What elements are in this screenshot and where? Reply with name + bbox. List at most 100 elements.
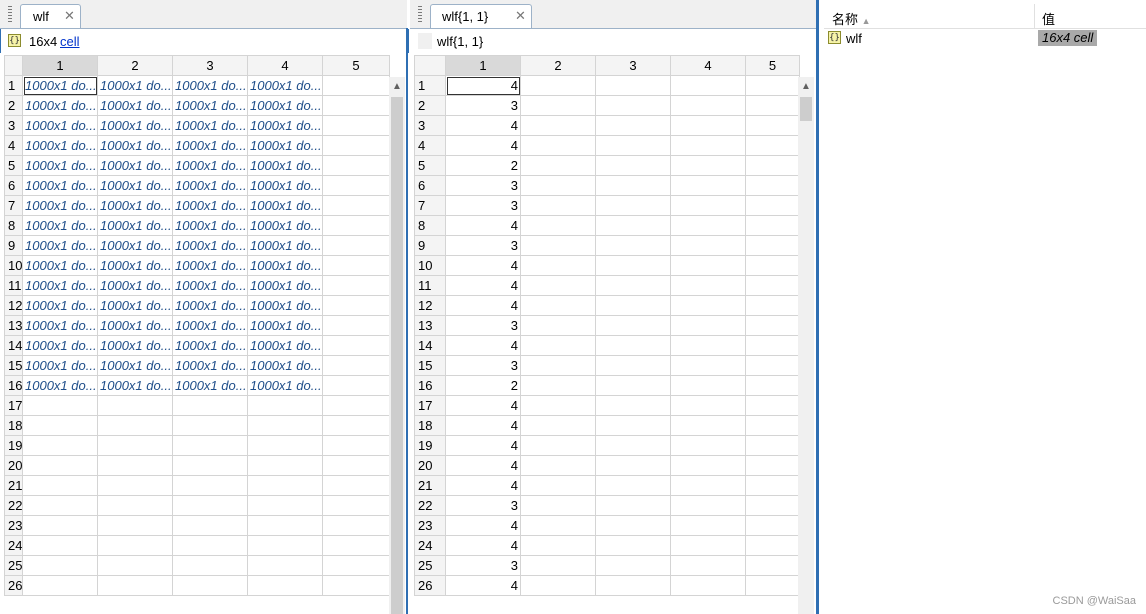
grid-cell[interactable] [22,575,98,596]
grid-cell[interactable] [172,455,248,476]
grid-cell[interactable] [322,195,390,216]
row-header[interactable]: 25 [414,555,446,576]
grid-cell[interactable]: 1000x1 do... [22,315,98,336]
grid-cell[interactable] [670,115,746,136]
grid-cell[interactable] [745,395,800,416]
grid-cell[interactable] [22,395,98,416]
grid-cell[interactable]: 1000x1 do... [172,215,248,236]
row-header[interactable]: 10 [4,255,23,276]
grid-cell[interactable] [595,235,671,256]
grid-cell[interactable] [172,475,248,496]
grid-cell[interactable] [595,355,671,376]
grid-cell[interactable] [670,455,746,476]
grid-cell[interactable] [520,315,596,336]
grid-cell[interactable] [595,295,671,316]
column-header[interactable]: 3 [595,55,671,76]
row-header[interactable]: 3 [414,115,446,136]
grid-cell[interactable] [670,75,746,96]
grid-cell[interactable] [247,455,323,476]
grid-cell[interactable] [595,155,671,176]
grid-corner[interactable] [4,55,23,76]
grid-cell[interactable] [670,535,746,556]
grid-cell[interactable] [520,395,596,416]
grid-cell[interactable]: 1000x1 do... [97,375,173,396]
grid-cell[interactable]: 1000x1 do... [97,115,173,136]
grid-cell[interactable] [322,155,390,176]
grid-cell[interactable] [745,415,800,436]
grid-cell[interactable] [322,495,390,516]
row-header[interactable]: 12 [4,295,23,316]
grid-cell[interactable] [670,215,746,236]
grid-cell[interactable] [247,515,323,536]
grid-cell[interactable] [595,455,671,476]
column-header[interactable]: 4 [247,55,323,76]
grid-cell[interactable] [322,455,390,476]
grid-cell[interactable] [322,335,390,356]
grid-cell[interactable] [22,415,98,436]
grid-cell[interactable]: 1000x1 do... [247,375,323,396]
left-vertical-scrollbar[interactable]: ▲ [389,77,405,614]
grid-cell[interactable]: 1000x1 do... [97,135,173,156]
row-header[interactable]: 21 [4,475,23,496]
grid-cell[interactable]: 1000x1 do... [22,175,98,196]
grid-cell[interactable] [745,315,800,336]
column-value-header[interactable]: 值 [1042,9,1055,28]
row-header[interactable]: 11 [414,275,446,296]
grid-cell[interactable] [322,135,390,156]
grid-cell[interactable] [172,575,248,596]
row-header[interactable]: 19 [414,435,446,456]
grid-cell[interactable] [670,195,746,216]
grid-cell[interactable]: 1000x1 do... [22,155,98,176]
grid-cell[interactable]: 1000x1 do... [247,315,323,336]
drag-grip[interactable] [8,6,12,22]
row-header[interactable]: 4 [4,135,23,156]
scroll-up-icon[interactable]: ▲ [798,79,814,95]
row-header[interactable]: 21 [414,475,446,496]
grid-cell[interactable] [247,555,323,576]
grid-cell[interactable]: 1000x1 do... [97,295,173,316]
row-header[interactable]: 24 [414,535,446,556]
grid-cell[interactable] [97,575,173,596]
grid-cell[interactable]: 2 [445,375,521,396]
grid-cell[interactable]: 1000x1 do... [172,95,248,116]
class-link[interactable]: cell [60,34,80,49]
grid-cell[interactable] [520,535,596,556]
grid-cell[interactable]: 1000x1 do... [97,195,173,216]
grid-cell[interactable]: 1000x1 do... [97,315,173,336]
grid-cell[interactable] [97,555,173,576]
grid-cell[interactable] [670,135,746,156]
grid-cell[interactable] [97,515,173,536]
grid-cell[interactable]: 3 [445,175,521,196]
grid-cell[interactable] [745,435,800,456]
grid-cell[interactable] [322,435,390,456]
grid-cell[interactable]: 1000x1 do... [247,135,323,156]
grid-cell[interactable] [745,275,800,296]
grid-cell[interactable] [595,415,671,436]
grid-cell[interactable] [745,335,800,356]
grid-cell[interactable] [670,575,746,596]
grid-cell[interactable]: 4 [445,335,521,356]
grid-cell[interactable]: 3 [445,195,521,216]
grid-cell[interactable]: 1000x1 do... [97,355,173,376]
row-header[interactable]: 10 [414,255,446,276]
grid-cell[interactable] [97,395,173,416]
grid-cell[interactable] [595,535,671,556]
grid-cell[interactable] [520,135,596,156]
grid-cell[interactable]: 4 [445,395,521,416]
row-header[interactable]: 8 [414,215,446,236]
grid-cell[interactable]: 4 [445,435,521,456]
grid-cell[interactable]: 1000x1 do... [97,235,173,256]
grid-cell[interactable]: 4 [445,115,521,136]
row-header[interactable]: 5 [4,155,23,176]
grid-cell[interactable]: 1000x1 do... [22,135,98,156]
grid-cell[interactable]: 4 [445,295,521,316]
grid-cell[interactable]: 1000x1 do... [97,175,173,196]
grid-cell[interactable] [745,355,800,376]
grid-cell[interactable] [595,515,671,536]
grid-cell[interactable] [520,495,596,516]
grid-cell[interactable] [745,515,800,536]
row-header[interactable]: 24 [4,535,23,556]
grid-cell[interactable] [745,235,800,256]
grid-cell[interactable]: 3 [445,495,521,516]
grid-cell[interactable] [595,495,671,516]
